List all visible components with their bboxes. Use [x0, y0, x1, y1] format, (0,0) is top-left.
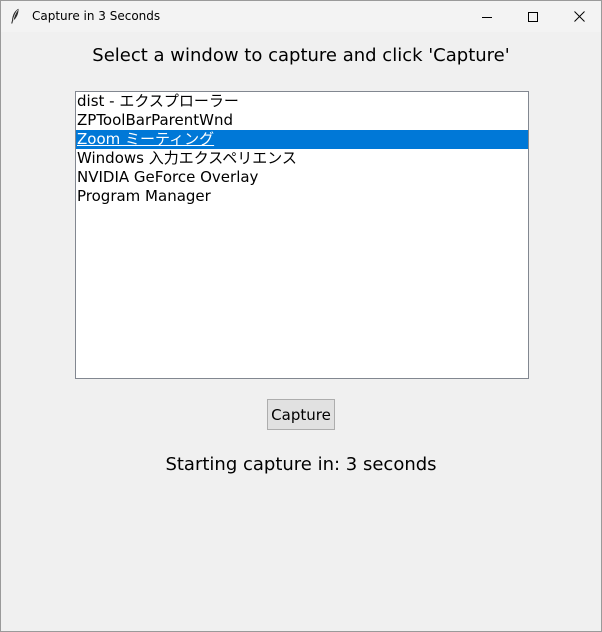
list-item-label: Windows 入力エクスペリエンス [77, 149, 297, 167]
maximize-button[interactable] [510, 1, 556, 32]
list-item-label: dist - エクスプローラー [77, 92, 239, 110]
list-item[interactable]: Windows 入力エクスペリエンス [76, 149, 528, 168]
list-item[interactable]: dist - エクスプローラー [76, 92, 528, 111]
list-item[interactable]: Program Manager [76, 187, 528, 206]
feather-icon [10, 8, 20, 24]
app-window: Capture in 3 Seconds Select a window to … [0, 0, 602, 632]
list-item-label: ZPToolBarParentWnd [77, 111, 233, 129]
close-icon [573, 7, 585, 26]
countdown-status: Starting capture in: 3 seconds [165, 454, 437, 475]
window-listbox[interactable]: dist - エクスプローラー ZPToolBarParentWnd Zoom … [75, 91, 529, 379]
list-item[interactable]: NVIDIA GeForce Overlay [76, 168, 528, 187]
title-bar[interactable]: Capture in 3 Seconds [1, 1, 601, 32]
capture-button[interactable]: Capture [267, 399, 335, 430]
close-button[interactable] [556, 1, 602, 32]
list-item[interactable]: ZPToolBarParentWnd [76, 111, 528, 130]
list-item-label: NVIDIA GeForce Overlay [77, 168, 259, 186]
instruction-label: Select a window to capture and click 'Ca… [92, 45, 510, 66]
list-item-label: Program Manager [77, 187, 211, 205]
maximize-icon [528, 7, 538, 26]
window-title: Capture in 3 Seconds [32, 9, 161, 23]
list-item-label: Zoom ミーティング [77, 130, 215, 148]
list-item-selected[interactable]: Zoom ミーティング [76, 130, 528, 149]
minimize-button[interactable] [464, 1, 510, 32]
minimize-icon [482, 7, 492, 26]
